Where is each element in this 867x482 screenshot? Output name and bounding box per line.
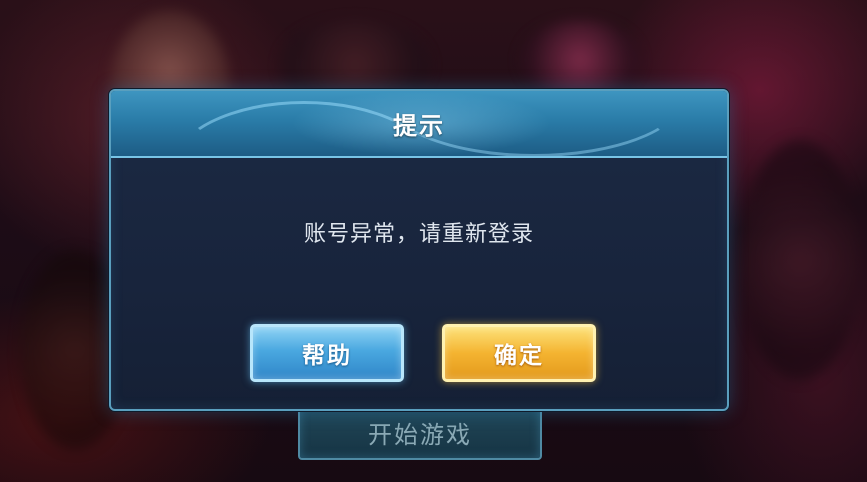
help-button-label: 帮助 (302, 343, 352, 369)
dialog-message: 账号异常，请重新登录 (303, 222, 534, 247)
alert-dialog: 提示 账号异常，请重新登录 帮助 确定 (109, 89, 729, 411)
background-hero-art (520, 20, 640, 100)
dialog-header: 提示 (111, 91, 727, 158)
dialog-title: 提示 (393, 112, 445, 140)
confirm-button[interactable]: 确定 (442, 324, 596, 382)
confirm-button-label: 确定 (494, 343, 544, 369)
start-game-label: 开始游戏 (368, 421, 472, 449)
help-button[interactable]: 帮助 (250, 324, 404, 382)
background-hero-art (740, 140, 860, 380)
game-login-screen: 开始游戏 提示 账号异常，请重新登录 帮助 确定 (0, 0, 867, 482)
